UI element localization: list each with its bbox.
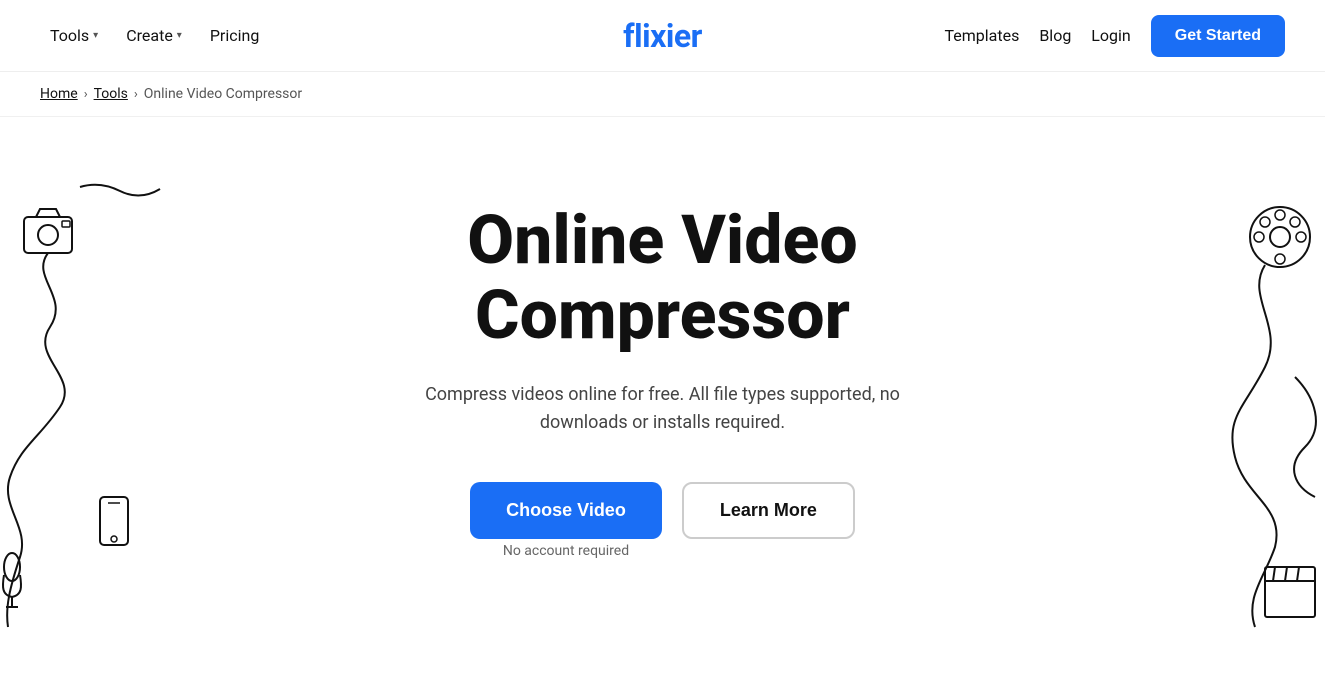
breadcrumb-home[interactable]: Home: [40, 86, 78, 102]
nav-create-label: Create: [126, 26, 173, 45]
nav-create[interactable]: Create ▾: [116, 20, 192, 51]
breadcrumb-current: Online Video Compressor: [144, 86, 302, 102]
nav-pricing-label: Pricing: [210, 26, 260, 45]
no-account-label: No account required: [503, 543, 629, 559]
breadcrumb-sep-2: ›: [134, 87, 138, 102]
breadcrumb-tools[interactable]: Tools: [94, 86, 128, 102]
nav-blog[interactable]: Blog: [1039, 26, 1071, 45]
nav-login[interactable]: Login: [1091, 26, 1130, 45]
learn-more-button[interactable]: Learn More: [682, 482, 855, 539]
choose-video-wrap: Choose Video No account required: [470, 482, 662, 559]
nav-create-chevron: ▾: [177, 30, 182, 41]
breadcrumb: Home › Tools › Online Video Compressor: [0, 72, 1325, 117]
nav-left: Tools ▾ Create ▾ Pricing: [40, 20, 269, 51]
navbar: Tools ▾ Create ▾ Pricing flixier Templat…: [0, 0, 1325, 72]
nav-pricing[interactable]: Pricing: [200, 20, 270, 51]
get-started-button[interactable]: Get Started: [1151, 15, 1285, 57]
nav-templates[interactable]: Templates: [944, 26, 1019, 45]
deco-right-illustration: [1125, 177, 1325, 637]
hero-buttons: Choose Video No account required Learn M…: [470, 482, 855, 559]
hero-subtitle: Compress videos online for free. All fil…: [383, 381, 943, 439]
hero-section: Online Video Compressor Compress videos …: [0, 117, 1325, 677]
site-logo[interactable]: flixier: [623, 17, 702, 55]
nav-right: Templates Blog Login Get Started: [944, 15, 1285, 57]
breadcrumb-sep-1: ›: [84, 87, 88, 102]
hero-title: Online Video Compressor: [467, 203, 857, 353]
nav-tools-label: Tools: [50, 26, 89, 45]
nav-tools-chevron: ▾: [93, 30, 98, 41]
deco-left-illustration: [0, 177, 200, 637]
nav-tools[interactable]: Tools ▾: [40, 20, 108, 51]
choose-video-button[interactable]: Choose Video: [470, 482, 662, 539]
